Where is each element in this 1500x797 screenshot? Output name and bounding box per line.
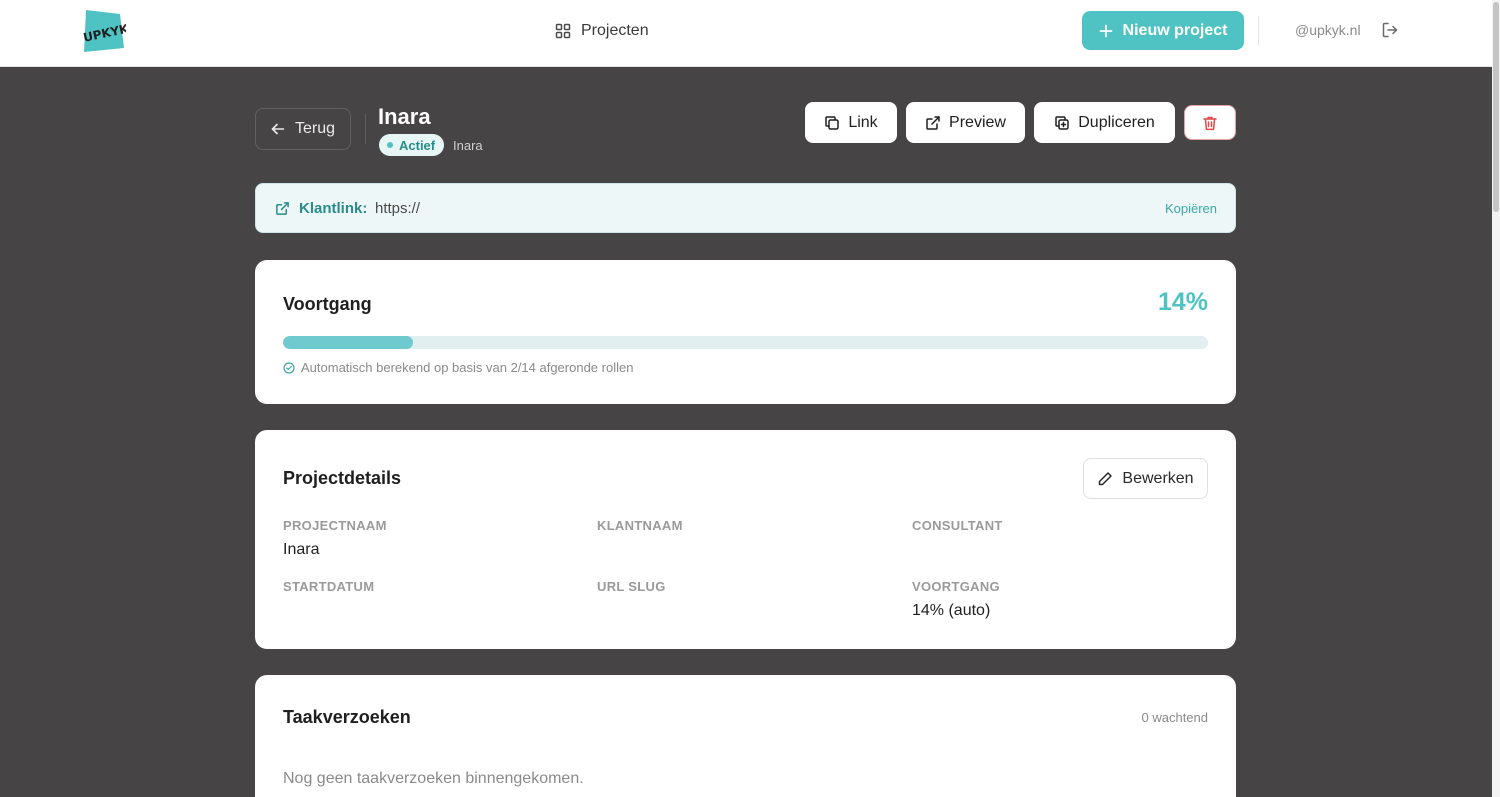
copy-icon — [825, 115, 840, 130]
new-project-button[interactable]: Nieuw project — [1082, 11, 1244, 50]
edit-button[interactable]: Bewerken — [1083, 458, 1208, 499]
status-badge: Actief — [379, 134, 445, 156]
scrollbar-thumb[interactable] — [1493, 2, 1499, 212]
progress-note-text: Automatisch berekend op basis van 2/14 a… — [301, 360, 634, 375]
trash-icon — [1203, 116, 1217, 130]
edit-label: Bewerken — [1122, 469, 1194, 487]
client-link-url[interactable]: https:// — [375, 200, 420, 217]
back-label: Terug — [294, 120, 336, 137]
duplicate-button[interactable]: Dupliceren — [1034, 102, 1175, 143]
new-project-label: Nieuw project — [1122, 21, 1228, 39]
progress-note: Automatisch berekend op basis van 2/14 a… — [283, 360, 633, 375]
progress-bar-fill — [283, 336, 413, 349]
project-details-card: Projectdetails Bewerken PROJECTNAAM Inar… — [255, 430, 1236, 649]
delete-button[interactable] — [1184, 105, 1236, 140]
link-label: Link — [848, 113, 878, 131]
status-label: Actief — [399, 137, 436, 153]
check-circle-icon — [283, 361, 295, 374]
page-title: Inara — [378, 104, 431, 129]
field-label-consultant: CONSULTANT — [912, 518, 1003, 533]
client-link-bar: Klantlink: https:// Kopiëren — [255, 183, 1236, 233]
progress-bar — [283, 336, 1208, 349]
external-link-icon — [276, 202, 289, 215]
preview-button[interactable]: Preview — [906, 102, 1025, 143]
upkyk-logo[interactable]: UPKYK — [80, 8, 130, 54]
status-dot-icon — [387, 142, 393, 148]
user-email: @upkyk.nl — [1295, 22, 1361, 38]
field-label-project-name: PROJECTNAAM — [283, 518, 387, 533]
details-title: Projectdetails — [283, 468, 402, 488]
preview-label: Preview — [949, 113, 1006, 131]
client-name-subtitle: Inara — [453, 138, 483, 153]
header-divider — [365, 114, 366, 144]
client-link-label: Klantlink: — [299, 200, 368, 217]
nav-divider — [1258, 16, 1259, 46]
tasks-title: Taakverzoeken — [283, 707, 411, 727]
back-button[interactable]: Terug — [255, 108, 351, 150]
external-link-icon — [926, 115, 940, 130]
logout-button[interactable] — [1381, 21, 1399, 39]
grid-icon — [555, 23, 571, 39]
nav-projects-link[interactable]: Projecten — [555, 20, 649, 42]
arrow-left-icon — [271, 123, 285, 135]
plus-icon — [1099, 24, 1112, 37]
progress-percent: 14% — [1157, 288, 1208, 316]
top-navbar: UPKYK Projecten Nieuw project @upkyk.nl — [0, 0, 1492, 67]
task-requests-card: Taakverzoeken 0 wachtend Nog geen taakve… — [255, 675, 1236, 797]
copy-link-button[interactable]: Kopiëren — [1165, 201, 1217, 216]
tasks-pending-count: 0 wachtend — [1141, 710, 1209, 725]
progress-card: Voortgang 14% Automatisch berekend op ba… — [255, 260, 1236, 404]
duplicate-icon — [1055, 115, 1069, 130]
field-value-project-name: Inara — [283, 541, 320, 558]
field-label-client-name: KLANTNAAM — [597, 518, 683, 533]
field-label-progress: VOORTGANG — [912, 579, 1000, 594]
field-label-start-date: STARTDATUM — [283, 579, 375, 594]
progress-title: Voortgang — [283, 294, 372, 314]
field-label-url-slug: URL SLUG — [597, 579, 666, 594]
duplicate-label: Dupliceren — [1078, 113, 1155, 131]
logout-icon — [1382, 22, 1398, 38]
tasks-empty-state: Nog geen taakverzoeken binnengekomen. — [283, 770, 584, 787]
field-value-progress: 14% (auto) — [912, 602, 991, 619]
pencil-icon — [1099, 471, 1113, 485]
nav-projects-label: Projecten — [581, 22, 649, 39]
link-button[interactable]: Link — [805, 102, 897, 143]
